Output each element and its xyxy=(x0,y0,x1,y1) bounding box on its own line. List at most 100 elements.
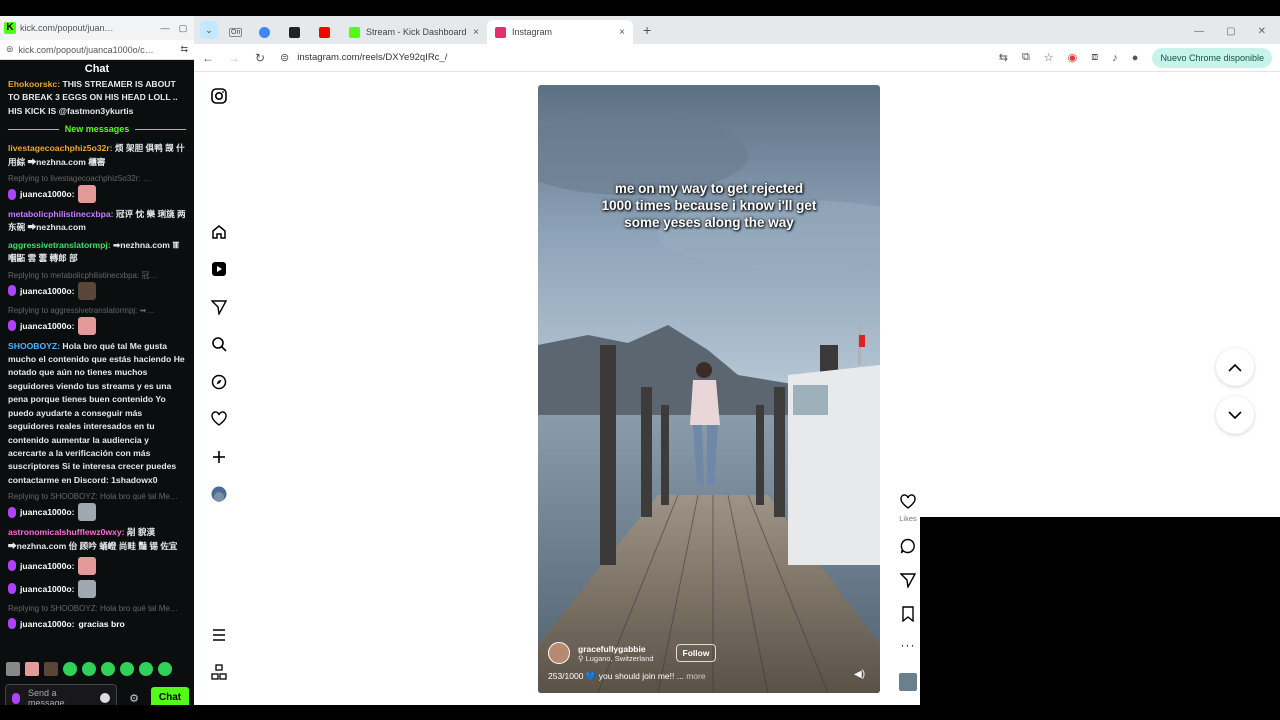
chat-username[interactable]: aggressivetranslatormpj: xyxy=(8,240,111,250)
chat-username[interactable]: SHOOBOYZ: xyxy=(8,341,60,351)
instagram-logo-icon[interactable] xyxy=(210,87,228,105)
reply-context[interactable]: Replying to aggressivetranslatormpj: ➡… xyxy=(8,305,186,316)
create-plus-icon[interactable] xyxy=(210,448,228,466)
share-button[interactable] xyxy=(894,572,922,593)
chat-message: juanca1000o: xyxy=(8,185,186,204)
reply-context[interactable]: Replying to metabolicphilistinecxbpa: 冠… xyxy=(8,270,186,281)
site-info-icon[interactable]: ⊜ xyxy=(280,51,289,64)
chat-username[interactable]: astronomicalshufflewz0wxy: xyxy=(8,527,125,537)
author-avatar[interactable] xyxy=(548,642,570,664)
emote-icon[interactable] xyxy=(63,662,77,676)
gear-icon[interactable]: ⚙ xyxy=(123,692,145,705)
site-info-icon[interactable]: ⊜ xyxy=(6,44,14,55)
chat-username[interactable]: juanca1000o: xyxy=(20,584,74,594)
emote-quickbar xyxy=(6,662,172,676)
search-icon[interactable] xyxy=(210,335,228,353)
chrome-update-badge[interactable]: Nuevo Chrome disponible xyxy=(1152,47,1272,68)
comment-icon xyxy=(900,538,915,554)
chat-username[interactable]: juanca1000o: xyxy=(20,321,74,331)
next-reel-button[interactable] xyxy=(1216,396,1254,434)
follow-button[interactable]: Follow xyxy=(675,644,717,662)
chat-message: metabolicphilistinecxbpa: 冠评 忱 樂 琍旐 两 东碗… xyxy=(8,208,186,235)
reply-context[interactable]: Replying to SHOOBOYZ: Hola bro qué tal M… xyxy=(8,491,186,502)
minimize-icon[interactable]: — xyxy=(1194,26,1204,37)
tab-2[interactable] xyxy=(251,20,281,44)
emote-icon[interactable] xyxy=(25,662,39,676)
bookmark-star-icon[interactable]: ☆ xyxy=(1044,51,1054,64)
explore-compass-icon[interactable] xyxy=(210,373,228,391)
reload-icon[interactable]: ↻ xyxy=(254,51,266,65)
chat-username[interactable]: juanca1000o: xyxy=(20,619,74,629)
emote-icon[interactable] xyxy=(6,662,20,676)
chat-username[interactable]: Ehokoorskc: xyxy=(8,79,60,89)
close-icon[interactable]: ✕ xyxy=(1258,26,1266,37)
more-menu-icon[interactable] xyxy=(210,626,228,644)
address-bar[interactable]: ⊜ instagram.com/reels/DXYe92qIRc_/ xyxy=(280,47,985,69)
tab-search-icon[interactable]: ⌄ xyxy=(200,21,218,39)
minimize-icon[interactable]: — xyxy=(158,23,172,33)
emote-icon[interactable] xyxy=(101,662,115,676)
chat-username[interactable]: juanca1000o: xyxy=(20,507,74,517)
chat-username[interactable]: juanca1000o: xyxy=(20,286,74,296)
heart-icon xyxy=(900,494,916,509)
chat-window-url[interactable]: kick.com/popout/juanca1000o/c… xyxy=(19,45,176,55)
direct-message-icon[interactable] xyxy=(210,298,228,316)
send-message-input[interactable]: Send a message xyxy=(5,684,117,705)
extensions-puzzle-icon[interactable]: ⧈ xyxy=(1091,51,1098,64)
reply-context[interactable]: Replying to SHOOBOYZ: Hola bro qué tal M… xyxy=(8,603,186,614)
emote-icon[interactable] xyxy=(82,662,96,676)
instagram-favicon-icon xyxy=(495,26,506,38)
audio-thumbnail[interactable] xyxy=(899,673,917,691)
tab-4[interactable] xyxy=(311,20,341,44)
tab-3[interactable] xyxy=(281,20,311,44)
profile-avatar[interactable]: ● xyxy=(1132,52,1139,64)
save-button[interactable] xyxy=(894,606,922,627)
kick-favicon-icon: K xyxy=(4,22,16,34)
forward-icon[interactable]: → xyxy=(228,51,240,65)
chat-messages[interactable]: Ehokoorskc: THIS STREAMER IS ABOUT TO BR… xyxy=(0,78,194,638)
close-tab-icon[interactable]: × xyxy=(619,27,625,38)
reel-caption[interactable]: 253/1000 💙 you should join me!! ... more xyxy=(548,671,706,682)
tab-instagram[interactable]: Instagram × xyxy=(487,20,633,44)
notifications-heart-icon[interactable] xyxy=(210,410,228,428)
install-icon[interactable]: ⧉ xyxy=(1022,51,1030,64)
previous-reel-button[interactable] xyxy=(1216,348,1254,386)
chat-username[interactable]: metabolicphilistinecxbpa: xyxy=(8,209,114,219)
maximize-icon[interactable]: ▢ xyxy=(176,23,190,34)
chevron-up-icon xyxy=(1228,363,1242,372)
profile-avatar[interactable] xyxy=(210,485,228,503)
also-from-meta-icon[interactable] xyxy=(210,663,228,681)
home-icon[interactable] xyxy=(210,223,228,241)
reel-location[interactable]: ⚲ Lugano, Switzerland xyxy=(578,654,654,663)
tab-1[interactable]: On xyxy=(221,20,251,44)
chat-username[interactable]: livestagecoachphiz5o32r: xyxy=(8,143,113,153)
extension-icon[interactable]: ◉ xyxy=(1068,51,1078,64)
maximize-icon[interactable]: ▢ xyxy=(1226,26,1235,37)
emote-icon[interactable] xyxy=(120,662,134,676)
media-icon[interactable]: ♪ xyxy=(1112,52,1118,64)
emote-icon[interactable] xyxy=(139,662,153,676)
translate-icon[interactable]: ⇆ xyxy=(180,44,188,55)
comment-button[interactable] xyxy=(894,538,922,559)
reels-icon[interactable] xyxy=(210,260,228,278)
more-options-icon[interactable]: ··· xyxy=(894,638,922,652)
like-button[interactable]: Likes xyxy=(894,494,922,523)
audio-mute-icon[interactable]: ◀) xyxy=(854,669,866,681)
close-tab-icon[interactable]: × xyxy=(473,27,479,38)
new-tab-button[interactable]: + xyxy=(643,22,651,38)
emoji-picker-icon[interactable] xyxy=(100,693,110,703)
author-username[interactable]: gracefullygabbie xyxy=(578,644,654,654)
overlay-line: me on my way to get rejected xyxy=(614,181,804,196)
tab-kick-dashboard[interactable]: Stream - Kick Dashboard × xyxy=(341,20,487,44)
chat-username[interactable]: juanca1000o: xyxy=(20,561,74,571)
chat-send-button[interactable]: Chat xyxy=(151,687,189,705)
reply-context[interactable]: Replying to livestagecoachphiz5o32r: … xyxy=(8,173,186,184)
chat-username[interactable]: juanca1000o: xyxy=(20,189,74,199)
emote-icon[interactable] xyxy=(44,662,58,676)
translate-icon[interactable]: ⇆ xyxy=(999,51,1008,64)
more-link[interactable]: more xyxy=(686,671,705,681)
reel-video[interactable]: me on my way to get rejected 1000 times … xyxy=(538,85,880,693)
emote-icon[interactable] xyxy=(158,662,172,676)
back-icon[interactable]: ← xyxy=(202,51,214,65)
address-url[interactable]: instagram.com/reels/DXYe92qIRc_/ xyxy=(297,52,447,63)
